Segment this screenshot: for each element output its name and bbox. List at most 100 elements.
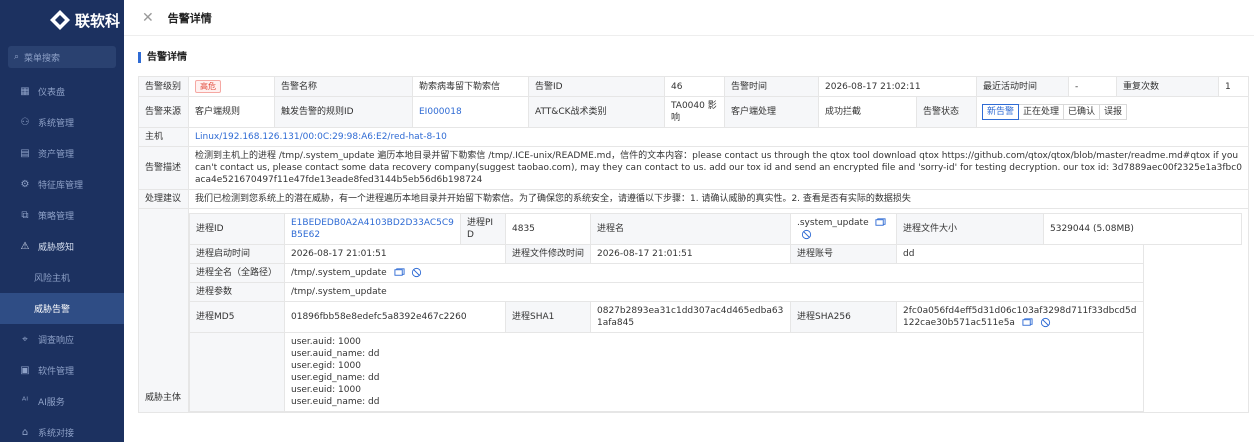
account-value: dd [896,244,1144,264]
integration-icon: ⌂ [21,427,29,438]
sidebar: 联软科 ⌕ 菜单搜索 ▦ 仪表盘 ⚇ 系统管理 ▤ 资产管理 ⚙ 特征库管理 ⧉ 策略管理… [0,0,124,442]
copy-icon[interactable] [394,267,405,278]
sidebar-item-integration[interactable]: ⌂ 系统对接 [0,417,124,448]
users-icon: ⚇ [20,117,30,128]
sha1-value: 0827b2893ea31c1dd307ac4d465edba631afa845 [590,301,791,333]
rule-id-label: 触发告警的规则ID [274,96,413,128]
table-row: 进程参数 /tmp/.system_update [189,282,1242,302]
subject-label: 威胁主体 [138,208,189,413]
menu-search-placeholder: 菜单搜索 [24,53,61,64]
desc-label: 告警描述 [138,146,189,190]
file-size-value: 5329044 (5.08MB) [1042,213,1243,245]
status-confirmed-button[interactable]: 已确认 [1063,104,1101,120]
sha256-cell: 2fc0a056fd4eff5d31d06c103af3298d711f33db… [896,301,1144,333]
sha256-label: 进程SHA256 [790,301,897,333]
policy-icon: ⧉ [21,210,29,221]
md5-value: 01896fbb58e8edefc5a8392e467c2260 [284,301,506,333]
sidebar-item-threat[interactable]: ⚠ 威胁感知 [0,231,124,262]
dashboard-icon: ▦ [20,86,30,97]
alert-detail-table: 告警级别 高危 告警名称 勒索病毒留下勒索信 告警ID 46 告警时间 2026… [138,76,1250,413]
account-label: 进程账号 [790,244,897,264]
status-cell: 新告警 正在处理 已确认 误报 [975,96,1250,128]
menu-search-input[interactable]: ⌕ 菜单搜索 [8,46,116,68]
status-false-positive-button[interactable]: 误报 [1099,104,1128,120]
block-icon[interactable] [801,229,812,240]
last-active-value: - [1068,76,1117,97]
close-icon[interactable]: ✕ [142,11,154,25]
fullname-label: 进程全名（全路径） [189,263,285,283]
source-label: 告警来源 [138,96,189,128]
id-value: 46 [664,76,725,97]
sidebar-item-risk-hosts[interactable]: 风险主机 [0,262,124,293]
table-row: user.auid: 1000 user.auid_name: dd user.… [189,332,1242,412]
status-processing-button[interactable]: 正在处理 [1018,104,1065,120]
block-icon[interactable] [1040,317,1051,328]
sidebar-item-investigation[interactable]: ⌖ 调查响应 [0,324,124,355]
search-icon: ⌕ [14,52,20,62]
pid-value: 4835 [505,213,591,245]
sidebar-item-threat-alerts[interactable]: 威胁告警 [0,293,124,324]
args-label: 进程参数 [189,282,285,302]
process-name-value: .system_update [797,218,869,228]
section-title: 告警详情 [138,52,1254,63]
table-row: 进程ID E1BEDEDB0A2A4103BD2D33AC5C9B5E62 进程… [189,213,1243,245]
process-id-link[interactable]: E1BEDEDB0A2A4103BD2D33AC5C9B5E62 [291,218,454,240]
rule-id-link[interactable]: EI000018 [419,107,462,117]
process-id-label: 进程ID [189,213,285,245]
attck-label: ATT&CK战术类别 [528,96,665,128]
mtime-value: 2026-08-17 21:01:51 [590,244,791,264]
sidebar-item-ai[interactable]: ᴬᴵ AI服务 [0,386,124,417]
sha256-value: 2fc0a056fd4eff5d31d06c103af3298d711f33db… [903,306,1137,328]
status-new-button[interactable]: 新告警 [982,104,1020,120]
sidebar-item-signatures[interactable]: ⚙ 特征库管理 [0,169,124,200]
asset-icon: ▤ [20,148,30,159]
advice-label: 处理建议 [138,189,189,209]
status-toggle-group: 新告警 正在处理 已确认 误报 [982,104,1128,120]
host-link[interactable]: Linux/192.168.126.131/00:0C:29:98:A6:E2/… [195,132,447,142]
alert-detail-drawer: ✕ 告警详情 告警详情 告警级别 高危 告警名称 勒索病毒留下勒索信 告警ID … [124,0,1254,442]
user-info-label [189,332,285,412]
process-name-label: 进程名 [590,213,791,245]
client-action-label: 客户端处理 [724,96,819,128]
source-value: 客户端规则 [188,96,275,128]
table-row: 告警级别 高危 告警名称 勒索病毒留下勒索信 告警ID 46 告警时间 2026… [138,76,1250,97]
block-icon[interactable] [411,267,422,278]
status-label: 告警状态 [916,96,977,128]
sidebar-item-system[interactable]: ⚇ 系统管理 [0,107,124,138]
sidebar-item-dashboard[interactable]: ▦ 仪表盘 [0,76,124,107]
attck-value: TA0040 影响 [664,96,725,128]
warning-icon: ⚠ [20,241,30,252]
mtime-label: 进程文件修改时间 [505,244,591,264]
time-value: 2026-08-17 21:02:11 [818,76,977,97]
sidebar-item-software[interactable]: ▣ 软件管理 [0,355,124,386]
level-cell: 高危 [188,76,275,97]
pid-label: 进程PID [460,213,506,245]
drawer-header: ✕ 告警详情 [124,0,1254,36]
severity-badge: 高危 [195,80,221,93]
drawer-title: 告警详情 [167,11,212,25]
repeat-value: 1 [1218,76,1250,97]
process-name-cell: .system_update [790,213,897,245]
brand-name: 联软科 [74,11,120,30]
gear-icon: ⚙ [20,179,30,190]
brand-logo: 联软科 [0,0,124,40]
user-info-value: user.auid: 1000 user.auid_name: dd user.… [284,332,1144,412]
copy-icon[interactable] [875,217,887,228]
name-value: 勒索病毒留下勒索信 [412,76,529,97]
table-row: 主机 Linux/192.168.126.131/00:0C:29:98:A6:… [138,127,1250,147]
table-row: 告警描述 检测到主机上的进程 /tmp/.system_update 遍历本地目… [138,146,1250,190]
table-row: 进程启动时间 2026-08-17 21:01:51 进程文件修改时间 2026… [189,244,1242,264]
copy-icon[interactable] [1022,317,1033,328]
advice-value: 我们已检测到您系统上的潜在威胁，有一个进程遍历本地目录并开始留下勒索信。为了确保… [187,189,1250,209]
md5-label: 进程MD5 [189,301,285,333]
sidebar-item-assets[interactable]: ▤ 资产管理 [0,138,124,169]
rule-id-cell: EI000018 [412,96,529,128]
table-row: 处理建议 我们已检测到您系统上的潜在威胁，有一个进程遍历本地目录并开始留下勒索信… [138,189,1250,209]
desc-value: 检测到主机上的进程 /tmp/.system_update 遍历本地目录并留下勒… [187,146,1250,190]
level-label: 告警级别 [138,76,189,97]
host-cell: Linux/192.168.126.131/00:0C:29:98:A6:E2/… [187,127,1250,147]
name-label: 告警名称 [274,76,413,97]
sidebar-item-policy[interactable]: ⧉ 策略管理 [0,200,124,231]
table-row: 威胁主体 进程ID E1BEDEDB0A2A4103BD2D33AC5C9B5E… [138,208,1250,413]
time-label: 告警时间 [724,76,819,97]
